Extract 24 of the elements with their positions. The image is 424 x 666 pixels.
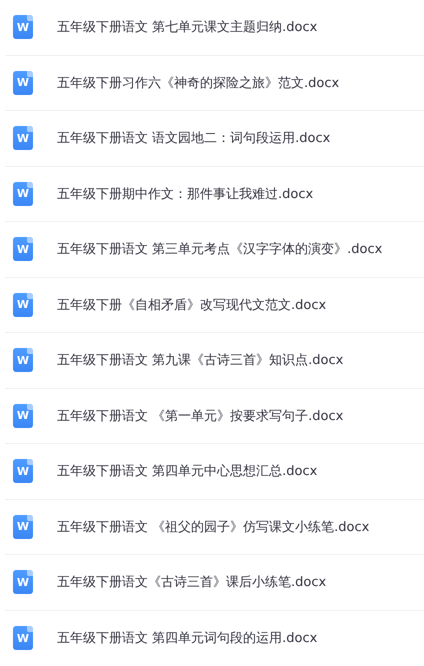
file-name[interactable]: 五年级下册语文 《第一单元》按要求写句子.docx [57, 406, 344, 425]
file-name[interactable]: 五年级下册习作六《神奇的探险之旅》范文.docx [57, 74, 340, 92]
word-file-icon: W [13, 126, 33, 150]
file-name[interactable]: 五年级下册语文 《祖父的园子》仿写课文小练笔.docx [57, 518, 370, 536]
word-file-icon: W [13, 404, 33, 428]
file-name[interactable]: 五年级下册语文 第九课《古诗三首》知识点.docx [57, 351, 344, 370]
file-name[interactable]: 五年级下册语文 第七单元课文主题归纳.docx [57, 18, 318, 36]
word-file-icon: W [13, 292, 33, 317]
word-file-icon: W [13, 348, 33, 372]
file-name[interactable]: 五年级下册语文《古诗三首》课后小练笔.docx [57, 573, 326, 592]
file-name[interactable]: 五年级下册语文 第三单元考点《汉字字体的演变》.docx [57, 240, 382, 258]
word-file-icon: W [13, 570, 33, 594]
word-file-icon: W [13, 70, 33, 95]
file-name[interactable]: 五年级下册《自相矛盾》改写现代文范文.docx [57, 296, 326, 314]
file-name[interactable]: 五年级下册语文 第四单元词句段的运用.docx [57, 629, 318, 648]
word-file-icon: W [13, 514, 33, 539]
word-file-icon: W [13, 459, 33, 484]
word-file-icon: W [13, 182, 33, 206]
word-file-icon: W [13, 15, 33, 40]
file-name[interactable]: 五年级下册语文 语文园地二：词句段运用.docx [57, 129, 330, 148]
word-file-icon: W [13, 237, 33, 262]
file-name[interactable]: 五年级下册语文 第四单元中心思想汇总.docx [57, 462, 318, 480]
file-name[interactable]: 五年级下册期中作文：那件事让我难过.docx [57, 184, 314, 203]
word-file-icon: W [13, 626, 33, 650]
